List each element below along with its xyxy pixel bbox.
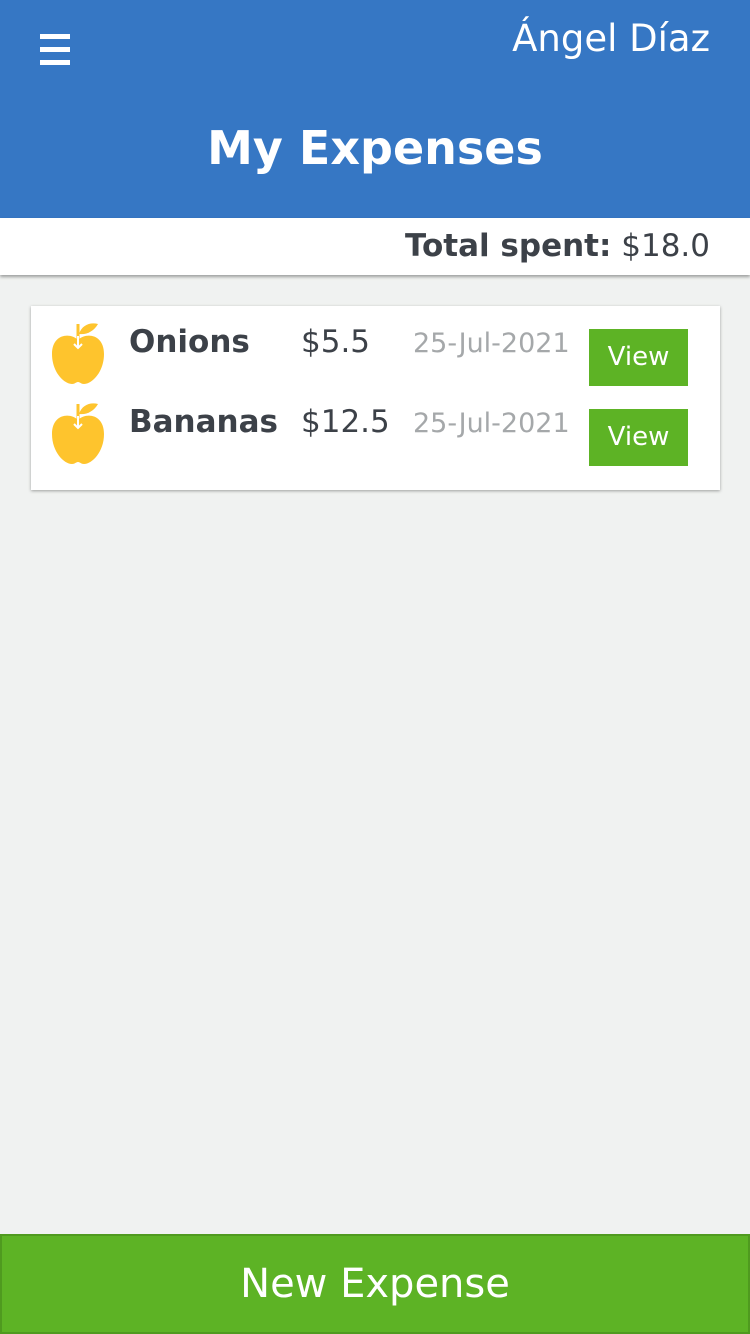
expense-date: 25-Jul-2021: [413, 328, 570, 359]
total-spent-label: Total spent:: [404, 228, 612, 264]
total-spent-bar: Total spent: $18.0: [0, 218, 750, 275]
hamburger-menu-icon[interactable]: [40, 34, 72, 66]
expense-name: Bananas: [129, 404, 278, 440]
apple-icon: [52, 323, 104, 384]
apple-icon: [52, 403, 104, 464]
view-button[interactable]: View: [589, 409, 688, 466]
page-title: My Expenses: [207, 121, 543, 175]
app-screen: Ángel Díaz My Expenses Total spent: $18.…: [0, 0, 750, 1334]
new-expense-button[interactable]: New Expense: [0, 1234, 750, 1334]
expense-amount: $12.5: [301, 404, 390, 440]
expense-date: 25-Jul-2021: [413, 408, 570, 439]
total-spent: Total spent: $18.0: [405, 226, 710, 266]
expense-list: Onions $5.5 25-Jul-2021 View Bananas $12…: [31, 306, 720, 490]
expense-amount: $5.5: [301, 324, 371, 360]
expense-row: Onions $5.5 25-Jul-2021 View: [31, 306, 720, 386]
total-spent-value: $18.0: [621, 228, 710, 264]
expense-name: Onions: [129, 324, 250, 360]
user-name: Ángel Díaz: [512, 17, 710, 60]
view-button[interactable]: View: [589, 329, 688, 386]
expense-row: Bananas $12.5 25-Jul-2021 View: [31, 386, 720, 466]
app-header: Ángel Díaz My Expenses: [0, 0, 750, 218]
